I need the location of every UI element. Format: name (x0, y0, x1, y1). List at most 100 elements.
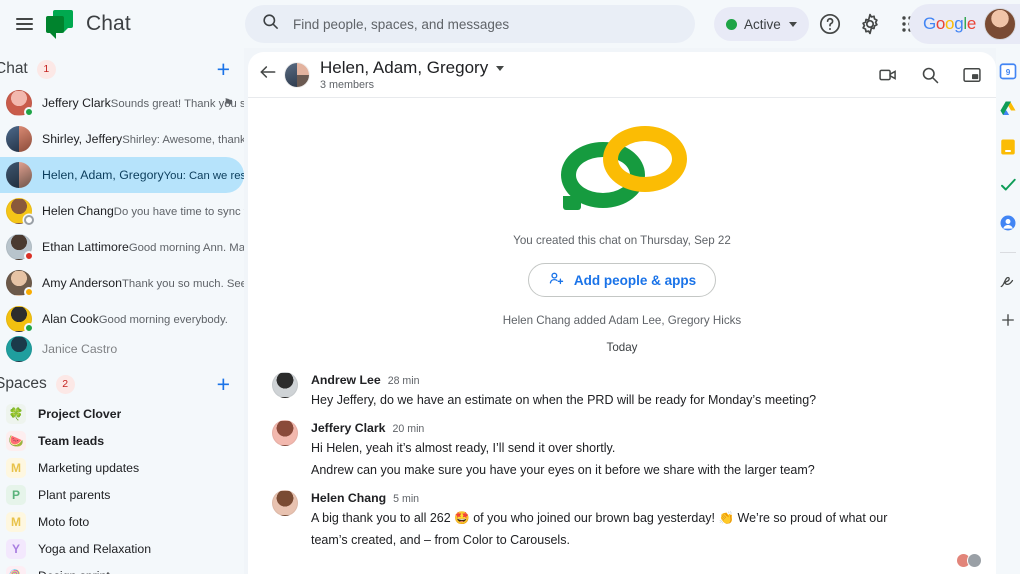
avatar[interactable] (984, 8, 1016, 40)
space-icon: 🍉 (6, 430, 26, 451)
message-timestamp: 5 min (393, 493, 420, 506)
avatar (6, 306, 34, 333)
chat-item-snippet: Shirley: Awesome, thank you for the... (122, 133, 244, 146)
google-keep-icon[interactable] (999, 138, 1017, 156)
space-icon: M (6, 457, 26, 478)
space-name: Yoga and Relaxation (38, 541, 152, 556)
space-list-item[interactable]: M Marketing updates (0, 454, 244, 481)
google-tasks-icon[interactable] (999, 176, 1017, 194)
chat-unread-badge: 1 (36, 59, 56, 79)
google-wordmark: Google (922, 14, 976, 33)
chat-item-name: Helen, Adam, Gregory (42, 167, 164, 182)
pin-icon[interactable]: ⚑ (223, 96, 234, 110)
message-area: You created this chat on Thursday, Sep 2… (248, 98, 996, 574)
search-container (245, 5, 695, 43)
message-text: Hi Helen, yeah it’s almost ready, I’ll s… (311, 441, 616, 456)
chevron-down-icon[interactable] (496, 65, 505, 71)
spaces-unread-badge: 2 (55, 374, 75, 394)
space-list-item[interactable]: 🍉 Team leads (0, 427, 244, 454)
chat-list-item[interactable]: Helen ChangDo you have time to sync tomo… (0, 193, 244, 229)
space-name: Plant parents (38, 487, 111, 502)
google-account-chip[interactable]: Google (908, 4, 1020, 44)
message-author: Jeffery Clark (311, 421, 386, 436)
person-add-icon (548, 270, 565, 290)
search-icon (261, 12, 280, 36)
space-list-item[interactable]: M Moto foto (0, 508, 244, 535)
chat-item-snippet: Good morning everybody. (98, 313, 228, 326)
message-text: Hey Jeffery, do we have an estimate on w… (311, 393, 817, 407)
chat-item-name: Amy Anderson (42, 275, 122, 290)
rail-divider (1000, 252, 1016, 253)
message-author: Helen Chang (311, 491, 387, 506)
message-list: Andrew Lee 28 min Hey Jeffery, do we have … (248, 362, 996, 550)
chat-section-title: Chat (0, 60, 28, 77)
space-list-item[interactable]: 🍀 Project Clover (0, 400, 244, 427)
space-name: Moto foto (38, 514, 90, 529)
chat-list-item[interactable]: Jeffery ClarkSounds great! Thank you so … (0, 85, 244, 121)
picture-in-picture-icon[interactable] (962, 65, 982, 85)
add-apps-icon[interactable] (999, 311, 1017, 329)
conversation-actions (878, 65, 982, 85)
chevron-down-icon (788, 21, 797, 27)
avatar (6, 336, 32, 362)
spaces-list: 🍀 Project Clover 🍉 Team leads M Marketing upd… (0, 400, 244, 574)
google-contacts-icon[interactable] (999, 214, 1017, 232)
add-people-apps-label: Add people & apps (573, 272, 697, 288)
space-icon: P (6, 484, 26, 505)
new-space-button[interactable]: + (217, 372, 230, 396)
chat-item-snippet: You: Can we reschedule the meeting for..… (163, 169, 244, 182)
chat-item-snippet: Do you have time to sync tomorrow mori..… (113, 205, 244, 218)
space-list-item[interactable]: P Plant parents (0, 481, 244, 508)
search-icon[interactable] (920, 65, 940, 85)
chat-rings-logo (555, 120, 690, 220)
hamburger-icon[interactable] (0, 18, 46, 30)
video-call-icon[interactable] (878, 65, 898, 85)
space-name: Team leads (38, 433, 105, 448)
gear-icon[interactable] (858, 12, 882, 36)
read-receipts[interactable] (956, 553, 982, 568)
chat-list-item[interactable]: Alan CookGood morning everybody. (0, 301, 244, 337)
help-icon[interactable] (818, 12, 842, 36)
presence-indicator (24, 251, 34, 261)
space-list-item[interactable]: 🍭 Design sprint (0, 562, 244, 574)
chat-list-item[interactable]: Amy AndersonThank you so much. See you t… (0, 265, 244, 301)
presence-indicator (24, 323, 34, 333)
presence-indicator (24, 287, 34, 297)
space-list-item[interactable]: Y Yoga and Relaxation (0, 535, 244, 562)
signature-pen-icon[interactable] (999, 273, 1017, 291)
space-name: Marketing updates (38, 460, 140, 475)
presence-indicator (24, 215, 34, 225)
chat-created-text: You created this chat on Thursday, Sep 2… (513, 234, 731, 247)
new-chat-button[interactable]: + (217, 57, 230, 81)
chat-item-snippet: Good morning Ann. May I ask a question? (128, 241, 244, 254)
avatar[interactable] (272, 420, 298, 447)
message-timestamp: 20 min (392, 423, 425, 436)
chat-list-item[interactable]: Shirley, JefferyShirley: Awesome, thank … (0, 121, 244, 157)
avatar[interactable] (272, 490, 298, 517)
chat-list-item[interactable]: Janice Castro (0, 336, 244, 362)
google-calendar-icon[interactable]: 9 (999, 62, 1017, 80)
status-dot-icon (726, 18, 737, 30)
google-drive-icon[interactable] (999, 100, 1017, 118)
chat-item-snippet: Thank you so much. See you there. (121, 277, 244, 290)
avatar (6, 162, 32, 188)
message-text: Andrew can you make sure you have your e… (311, 462, 815, 477)
day-divider: Today (606, 341, 638, 354)
svg-text:9: 9 (1006, 68, 1011, 77)
search-box[interactable] (245, 5, 695, 43)
search-input[interactable] (293, 16, 679, 32)
conversation-title-block[interactable]: Helen, Adam, Gregory 3 members (320, 58, 505, 91)
app-title: Chat (86, 12, 131, 35)
presence-indicator (24, 107, 34, 117)
presence-status-button[interactable]: Active (714, 7, 809, 41)
chat-list-item[interactable]: Ethan LattimoreGood morning Ann. May I a… (0, 229, 244, 265)
avatar[interactable] (272, 372, 298, 398)
message-text: team’s created, and – from Color to Caro… (311, 532, 570, 547)
chat-item-name: Shirley, Jeffery (42, 131, 123, 146)
chat-logo-icon (46, 10, 76, 39)
chat-item-name: Helen Chang (42, 203, 114, 218)
spaces-section-header: Spaces 2 + (0, 368, 244, 400)
back-arrow-icon[interactable] (258, 62, 284, 87)
chat-list-item[interactable]: Helen, Adam, GregoryYou: Can we reschedu… (0, 157, 244, 193)
add-people-apps-button[interactable]: Add people & apps (527, 263, 717, 297)
